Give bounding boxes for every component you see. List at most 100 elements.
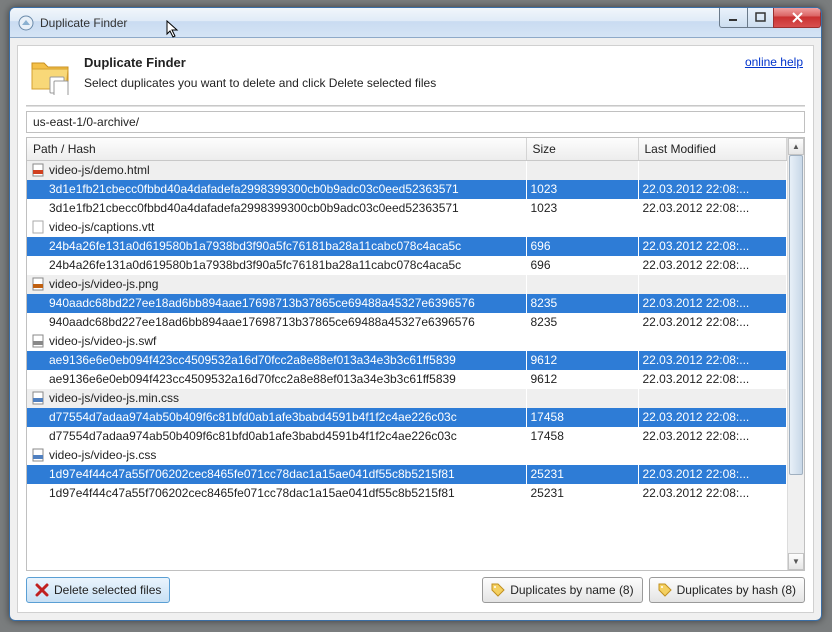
results-grid: Path / Hash Size Last Modified video-js/…	[26, 137, 805, 571]
hash-cell: 24b4a26fe131a0d619580b1a7938bd3f90a5fc76…	[27, 237, 526, 256]
file-icon	[31, 334, 45, 348]
date-cell: 22.03.2012 22:08:...	[638, 370, 787, 389]
date-cell: 22.03.2012 22:08:...	[638, 237, 787, 256]
size-cell: 25231	[526, 484, 638, 503]
client-area: Duplicate Finder Select duplicates you w…	[17, 45, 814, 613]
table-row[interactable]: video-js/captions.vtt	[27, 218, 787, 237]
table-row[interactable]: video-js/video-js.css	[27, 446, 787, 465]
delete-icon	[35, 583, 49, 597]
scroll-up-icon[interactable]: ▲	[788, 138, 804, 155]
folder-duplicate-icon	[28, 55, 72, 95]
size-cell: 9612	[526, 351, 638, 370]
table-row[interactable]: d77554d7adaa974ab50b409f6c81bfd0ab1afe3b…	[27, 427, 787, 446]
col-size[interactable]: Size	[526, 138, 638, 161]
window-controls	[719, 8, 821, 28]
hash-cell: ae9136e6e0eb094f423cc4509532a16d70fcc2a8…	[27, 351, 526, 370]
tag-icon	[491, 583, 505, 597]
duplicates-by-name-button[interactable]: Duplicates by name (8)	[482, 577, 642, 603]
size-cell: 1023	[526, 180, 638, 199]
size-cell: 696	[526, 256, 638, 275]
file-path: video-js/video-js.min.css	[49, 391, 179, 405]
table-row[interactable]: 24b4a26fe131a0d619580b1a7938bd3f90a5fc76…	[27, 256, 787, 275]
size-cell: 17458	[526, 427, 638, 446]
table-row[interactable]: 1d97e4f44c47a55f706202cec8465fe071cc78da…	[27, 465, 787, 484]
col-modified[interactable]: Last Modified	[638, 138, 787, 161]
header-text: Duplicate Finder Select duplicates you w…	[84, 55, 436, 90]
table-row[interactable]: 1d97e4f44c47a55f706202cec8465fe071cc78da…	[27, 484, 787, 503]
table-row[interactable]: video-js/demo.html	[27, 161, 787, 180]
app-icon	[18, 15, 34, 31]
col-path[interactable]: Path / Hash	[27, 138, 526, 161]
app-window: Duplicate Finder Duplicate Finder Select…	[9, 7, 822, 621]
table-row[interactable]: 3d1e1fb21cbecc0fbbd40a4dafadefa299839930…	[27, 199, 787, 218]
header: Duplicate Finder Select duplicates you w…	[26, 53, 805, 103]
vertical-scrollbar[interactable]: ▲ ▼	[787, 138, 804, 570]
titlebar[interactable]: Duplicate Finder	[10, 8, 821, 38]
table-row[interactable]: 24b4a26fe131a0d619580b1a7938bd3f90a5fc76…	[27, 237, 787, 256]
file-icon	[31, 448, 45, 462]
divider	[26, 105, 805, 107]
table-row[interactable]: 940aadc68bd227ee18ad6bb894aae17698713b37…	[27, 313, 787, 332]
size-cell: 8235	[526, 294, 638, 313]
header-subtitle: Select duplicates you want to delete and…	[84, 76, 436, 90]
date-cell: 22.03.2012 22:08:...	[638, 294, 787, 313]
path-bar[interactable]: us-east-1/0-archive/	[26, 111, 805, 133]
date-cell: 22.03.2012 22:08:...	[638, 484, 787, 503]
window-title: Duplicate Finder	[40, 16, 127, 30]
table-row[interactable]: ae9136e6e0eb094f423cc4509532a16d70fcc2a8…	[27, 370, 787, 389]
file-icon	[31, 277, 45, 291]
hash-cell: 940aadc68bd227ee18ad6bb894aae17698713b37…	[27, 313, 526, 332]
file-path: video-js/video-js.css	[49, 448, 156, 462]
delete-label: Delete selected files	[54, 583, 161, 597]
scroll-thumb[interactable]	[789, 155, 803, 475]
hash-cell: ae9136e6e0eb094f423cc4509532a16d70fcc2a8…	[27, 370, 526, 389]
column-headers: Path / Hash Size Last Modified	[27, 138, 787, 161]
date-cell: 22.03.2012 22:08:...	[638, 427, 787, 446]
hash-cell: 3d1e1fb21cbecc0fbbd40a4dafadefa299839930…	[27, 199, 526, 218]
duplicates-by-hash-button[interactable]: Duplicates by hash (8)	[649, 577, 805, 603]
delete-selected-button[interactable]: Delete selected files	[26, 577, 170, 603]
file-icon	[31, 391, 45, 405]
cursor-icon	[166, 20, 184, 38]
online-help-link[interactable]: online help	[745, 55, 803, 69]
scroll-down-icon[interactable]: ▼	[788, 553, 804, 570]
hash-cell: 940aadc68bd227ee18ad6bb894aae17698713b37…	[27, 294, 526, 313]
hash-cell: 24b4a26fe131a0d619580b1a7938bd3f90a5fc76…	[27, 256, 526, 275]
date-cell: 22.03.2012 22:08:...	[638, 256, 787, 275]
date-cell: 22.03.2012 22:08:...	[638, 199, 787, 218]
hash-cell: 1d97e4f44c47a55f706202cec8465fe071cc78da…	[27, 484, 526, 503]
date-cell: 22.03.2012 22:08:...	[638, 465, 787, 484]
file-path: video-js/demo.html	[49, 163, 150, 177]
by-name-label: Duplicates by name (8)	[510, 583, 633, 597]
table-row[interactable]: video-js/video-js.png	[27, 275, 787, 294]
hash-cell: d77554d7adaa974ab50b409f6c81bfd0ab1afe3b…	[27, 427, 526, 446]
hash-cell: 1d97e4f44c47a55f706202cec8465fe071cc78da…	[27, 465, 526, 484]
hash-cell: 3d1e1fb21cbecc0fbbd40a4dafadefa299839930…	[27, 180, 526, 199]
table-row[interactable]: 940aadc68bd227ee18ad6bb894aae17698713b37…	[27, 294, 787, 313]
size-cell: 25231	[526, 465, 638, 484]
table-row[interactable]: 3d1e1fb21cbecc0fbbd40a4dafadefa299839930…	[27, 180, 787, 199]
size-cell: 1023	[526, 199, 638, 218]
header-title: Duplicate Finder	[84, 55, 436, 70]
table-row[interactable]: video-js/video-js.min.css	[27, 389, 787, 408]
date-cell: 22.03.2012 22:08:...	[638, 313, 787, 332]
file-path: video-js/video-js.png	[49, 277, 158, 291]
size-cell: 9612	[526, 370, 638, 389]
size-cell: 8235	[526, 313, 638, 332]
file-path: video-js/video-js.swf	[49, 334, 156, 348]
date-cell: 22.03.2012 22:08:...	[638, 180, 787, 199]
close-button[interactable]	[773, 8, 821, 28]
file-icon	[31, 163, 45, 177]
minimize-button[interactable]	[719, 8, 748, 28]
table-row[interactable]: d77554d7adaa974ab50b409f6c81bfd0ab1afe3b…	[27, 408, 787, 427]
maximize-button[interactable]	[747, 8, 774, 28]
date-cell: 22.03.2012 22:08:...	[638, 351, 787, 370]
by-hash-label: Duplicates by hash (8)	[677, 583, 796, 597]
date-cell: 22.03.2012 22:08:...	[638, 408, 787, 427]
table-row[interactable]: video-js/video-js.swf	[27, 332, 787, 351]
size-cell: 696	[526, 237, 638, 256]
table-row[interactable]: ae9136e6e0eb094f423cc4509532a16d70fcc2a8…	[27, 351, 787, 370]
hash-cell: d77554d7adaa974ab50b409f6c81bfd0ab1afe3b…	[27, 408, 526, 427]
tag-icon	[658, 583, 672, 597]
file-path: video-js/captions.vtt	[49, 220, 154, 234]
